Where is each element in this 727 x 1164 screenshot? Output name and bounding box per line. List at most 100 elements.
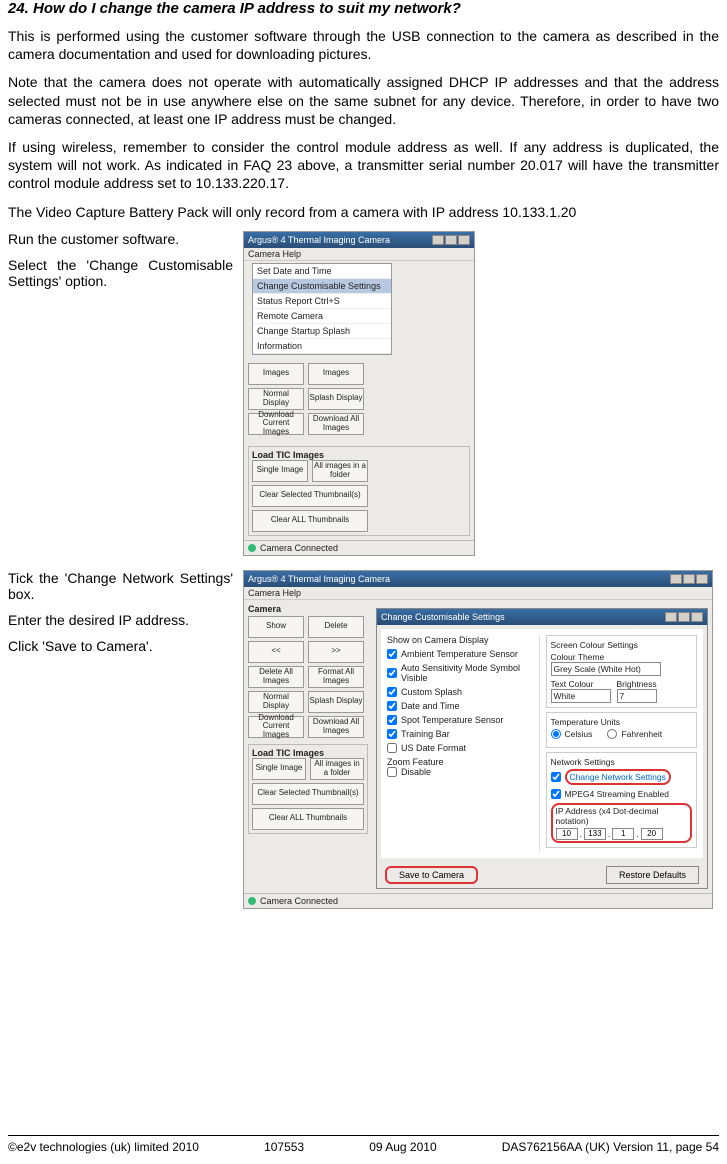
- ip-input-row[interactable]: . . .: [556, 828, 688, 840]
- sidebar: ImagesImages Normal DisplaySplash Displa…: [244, 359, 474, 442]
- btn-single[interactable]: Single Image: [252, 460, 308, 482]
- ip-octet-3[interactable]: [612, 828, 634, 840]
- menubar-2[interactable]: Camera Help: [244, 587, 712, 600]
- chk-zoom-disable[interactable]: Disable: [387, 767, 539, 777]
- btn-dlcur-2[interactable]: Download Current Images: [248, 716, 304, 738]
- scs-legend: Screen Colour Settings: [551, 640, 693, 650]
- btn-allfolder-2[interactable]: All images in a folder: [310, 758, 364, 780]
- paragraph-1: This is performed using the customer sof…: [8, 27, 719, 63]
- ip-octet-4[interactable]: [641, 828, 663, 840]
- menu-change-settings[interactable]: Change Customisable Settings: [253, 279, 391, 294]
- btn-show[interactable]: Show: [248, 616, 304, 638]
- screenshot-2: Argus® 4 Thermal Imaging Camera Camera H…: [243, 570, 713, 909]
- window-title: Argus® 4 Thermal Imaging Camera: [248, 235, 390, 245]
- step1-text-a: Run the customer software.: [8, 231, 233, 247]
- camera-menu-dropdown[interactable]: Set Date and Time Change Customisable Se…: [252, 263, 392, 355]
- show-on-display-label: Show on Camera Display: [387, 635, 539, 645]
- ip-label: IP Address (x4 Dot-decimal notation): [556, 806, 688, 826]
- chk-splash[interactable]: Custom Splash: [387, 687, 539, 697]
- ip-octet-2[interactable]: [584, 828, 606, 840]
- menu-remote-camera[interactable]: Remote Camera: [253, 309, 391, 324]
- btn-normal-2[interactable]: Normal Display: [248, 691, 304, 713]
- btn-clearall-2[interactable]: Clear ALL Thumbnails: [252, 808, 364, 830]
- chk-change-network[interactable]: Change Network Settings: [551, 769, 693, 785]
- load-tic-label: Load TIC Images: [252, 450, 466, 460]
- left-panel: Camera ShowDelete <<>> Delete All Images…: [244, 600, 372, 893]
- footer-docnum: 107553: [264, 1140, 304, 1154]
- status-text-2: Camera Connected: [260, 896, 338, 906]
- btn-clearsel-2[interactable]: Clear Selected Thumbnail(s): [252, 783, 364, 805]
- paragraph-3: If using wireless, remember to consider …: [8, 138, 719, 193]
- btn-splash[interactable]: Splash Display: [308, 388, 364, 410]
- btn-images-2[interactable]: Images: [308, 363, 364, 385]
- bright-label: Brightness: [617, 679, 657, 689]
- load-tic-group-2: Load TIC Images Single ImageAll images i…: [248, 744, 368, 834]
- bright-combo[interactable]: 7: [617, 689, 657, 703]
- btn-clearall[interactable]: Clear ALL Thumbnails: [252, 510, 368, 532]
- btn-back[interactable]: <<: [248, 641, 304, 663]
- paragraph-2: Note that the camera does not operate wi…: [8, 73, 719, 128]
- btn-delall[interactable]: Delete All Images: [248, 666, 304, 688]
- page-footer: ©e2v technologies (uk) limited 2010 1075…: [8, 1135, 719, 1154]
- btn-fwd[interactable]: >>: [308, 641, 364, 663]
- txtcol-combo[interactable]: White: [551, 689, 611, 703]
- net-legend: Network Settings: [551, 757, 693, 767]
- btn-dlall-2[interactable]: Download All Images: [308, 716, 364, 738]
- btn-delete[interactable]: Delete: [308, 616, 364, 638]
- status-dot-icon: [248, 544, 256, 552]
- status-text: Camera Connected: [260, 543, 338, 553]
- menu-information[interactable]: Information: [253, 339, 391, 354]
- menu-status-report[interactable]: Status Report Ctrl+S: [253, 294, 391, 309]
- footer-date: 09 Aug 2010: [369, 1140, 436, 1154]
- btn-splash-2[interactable]: Splash Display: [308, 691, 364, 713]
- paragraph-4: The Video Capture Battery Pack will only…: [8, 203, 719, 221]
- temp-legend: Temperature Units: [551, 717, 693, 727]
- save-to-camera-button[interactable]: Save to Camera: [385, 866, 478, 884]
- chk-usdate[interactable]: US Date Format: [387, 743, 539, 753]
- ip-octet-1[interactable]: [556, 828, 578, 840]
- step2-text-a: Tick the 'Change Network Settings' box.: [8, 570, 233, 602]
- btn-dlall[interactable]: Download All Images: [308, 413, 364, 435]
- menubar[interactable]: Camera Help: [244, 248, 474, 261]
- load-tic-label-2: Load TIC Images: [252, 748, 364, 758]
- chk-spot[interactable]: Spot Temperature Sensor: [387, 715, 539, 725]
- ctheme-combo[interactable]: Grey Scale (White Hot): [551, 662, 661, 676]
- camera-group-label: Camera: [248, 604, 368, 614]
- step1-text-b: Select the 'Change Customisable Settings…: [8, 257, 233, 289]
- settings-dialog: Change Customisable Settings Show on Cam…: [376, 608, 708, 889]
- menu-change-splash[interactable]: Change Startup Splash: [253, 324, 391, 339]
- step-1-row: Run the customer software. Select the 'C…: [8, 231, 719, 556]
- chk-datetime[interactable]: Date and Time: [387, 701, 539, 711]
- network-settings-group: Network Settings Change Network Settings…: [546, 752, 698, 848]
- window-buttons[interactable]: [432, 235, 470, 245]
- btn-images[interactable]: Images: [248, 363, 304, 385]
- btn-single-2[interactable]: Single Image: [252, 758, 306, 780]
- btn-dlcur[interactable]: Download Current Images: [248, 413, 304, 435]
- faq-heading: 24. How do I change the camera IP addres…: [8, 0, 719, 17]
- footer-version: DAS762156AA (UK) Version 11, page 54: [502, 1140, 719, 1154]
- screenshot-1: Argus® 4 Thermal Imaging Camera Camera H…: [243, 231, 475, 556]
- chk-mpeg4[interactable]: MPEG4 Streaming Enabled: [551, 789, 693, 799]
- statusbar: Camera Connected: [244, 540, 474, 555]
- window-titlebar-2: Argus® 4 Thermal Imaging Camera: [244, 571, 712, 587]
- chk-ambient[interactable]: Ambient Temperature Sensor: [387, 649, 539, 659]
- window-buttons-2[interactable]: [670, 574, 708, 584]
- btn-normal[interactable]: Normal Display: [248, 388, 304, 410]
- chk-training[interactable]: Training Bar: [387, 729, 539, 739]
- btn-allfolder[interactable]: All images in a folder: [312, 460, 368, 482]
- radio-celsius[interactable]: Celsius Fahrenheit: [551, 729, 693, 739]
- btn-clearsel[interactable]: Clear Selected Thumbnail(s): [252, 485, 368, 507]
- restore-defaults-button[interactable]: Restore Defaults: [606, 866, 699, 884]
- btn-fmtall[interactable]: Format All Images: [308, 666, 364, 688]
- window-titlebar: Argus® 4 Thermal Imaging Camera: [244, 232, 474, 248]
- txtcol-label: Text Colour: [551, 679, 611, 689]
- status-dot-icon-2: [248, 897, 256, 905]
- zoom-label: Zoom Feature: [387, 757, 539, 767]
- step-2-row: Tick the 'Change Network Settings' box. …: [8, 570, 719, 909]
- step2-text-b: Enter the desired IP address.: [8, 612, 233, 628]
- dialog-titlebar: Change Customisable Settings: [377, 609, 707, 625]
- chk-autosens[interactable]: Auto Sensitivity Mode Symbol Visible: [387, 663, 539, 683]
- window-title-2: Argus® 4 Thermal Imaging Camera: [248, 574, 390, 584]
- dialog-winbtns[interactable]: [665, 612, 703, 622]
- menu-set-date[interactable]: Set Date and Time: [253, 264, 391, 279]
